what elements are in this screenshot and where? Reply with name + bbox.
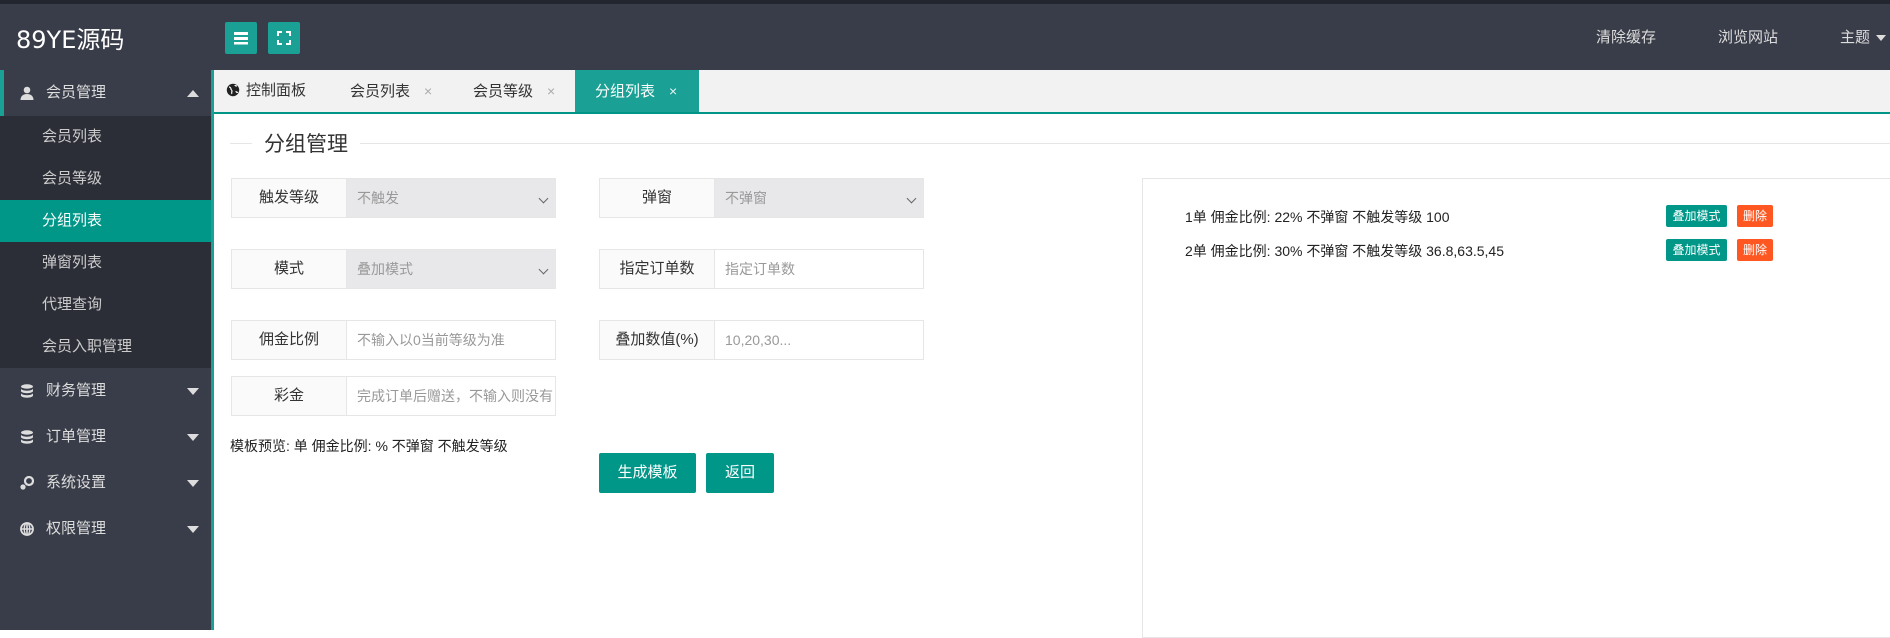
sidebar-item-member-list[interactable]: 会员列表	[0, 116, 211, 158]
trigger-level-label: 触发等级	[231, 178, 347, 218]
fullscreen-icon	[277, 31, 291, 45]
bonus-input[interactable]: 完成订单后赠送，不输入则没有	[347, 376, 556, 416]
sidebar-item-member-onboarding[interactable]: 会员入职管理	[0, 326, 211, 368]
sidebar-group-finance[interactable]: 财务管理	[0, 368, 211, 414]
stack-mode-button[interactable]: 叠加模式	[1666, 205, 1727, 227]
mode-value: 叠加模式	[357, 261, 413, 277]
chevron-down-icon	[187, 388, 199, 395]
chevron-down-icon	[538, 193, 549, 204]
theme-label: 主题	[1840, 29, 1871, 46]
globe-icon	[226, 83, 240, 97]
database-icon	[21, 384, 33, 398]
list-item: 2单 佣金比例: 30% 不弹窗 不触发等级 36.8,63.5,45	[1185, 243, 1504, 259]
sidebar-submenu: 会员列表 会员等级 分组列表 弹窗列表 代理查询 会员入职管理	[0, 116, 211, 368]
stack-value-label: 叠加数值(%)	[599, 320, 715, 360]
sidebar-item-member-level[interactable]: 会员等级	[0, 158, 211, 200]
commission-input[interactable]: 不输入以0当前等级为准	[347, 320, 556, 360]
generate-template-button[interactable]: 生成模板	[599, 453, 696, 493]
sidebar-item-popup-list[interactable]: 弹窗列表	[0, 242, 211, 284]
menu-toggle-button[interactable]	[225, 22, 257, 54]
commission-label: 佣金比例	[231, 320, 347, 360]
tab-label: 会员列表	[350, 83, 411, 100]
close-icon[interactable]: ×	[424, 83, 432, 99]
tab-member-list[interactable]: 会员列表 ×	[350, 70, 432, 112]
sidebar-group-member[interactable]: 会员管理	[0, 70, 211, 116]
top-header: 89YE源码 清除缓存 浏览网站 主题	[0, 0, 1890, 70]
delete-button[interactable]: 删除	[1737, 239, 1773, 261]
fullscreen-button[interactable]	[268, 22, 300, 54]
tab-group-list[interactable]: 分组列表 ×	[575, 70, 699, 112]
sidebar-group-label: 权限管理	[46, 520, 107, 537]
chevron-down-icon	[187, 480, 199, 487]
popup-label: 弹窗	[599, 178, 715, 218]
tab-label: 会员等级	[473, 83, 534, 100]
order-count-label: 指定订单数	[599, 249, 715, 289]
trigger-level-value: 不触发	[357, 190, 399, 206]
delete-button[interactable]: 删除	[1737, 205, 1773, 227]
chevron-up-icon	[187, 90, 199, 97]
trigger-level-row: 触发等级 不触发	[231, 178, 556, 218]
theme-menu[interactable]: 主题	[1840, 4, 1887, 70]
chevron-down-icon	[187, 434, 199, 441]
chevron-down-icon	[538, 264, 549, 275]
order-count-row: 指定订单数 指定订单数	[599, 249, 924, 289]
commission-row: 佣金比例 不输入以0当前等级为准	[231, 320, 556, 360]
sidebar-group-label: 订单管理	[46, 428, 107, 445]
main-content: 控制面板 会员列表 × 会员等级 × 分组列表 × 分组管理 触发等级 不触发 弹窗 …	[211, 70, 1890, 638]
sidebar-group-label: 财务管理	[46, 382, 107, 399]
popup-row: 弹窗 不弹窗	[599, 178, 924, 218]
sidebar-group-settings[interactable]: 系统设置	[0, 460, 211, 506]
sidebar-item-group-list[interactable]: 分组列表	[0, 200, 211, 242]
globe-icon	[20, 522, 34, 536]
chevron-down-icon	[906, 193, 917, 204]
popup-value: 不弹窗	[725, 190, 767, 206]
mode-select[interactable]: 叠加模式	[347, 249, 556, 289]
tab-dashboard[interactable]: 控制面板	[226, 70, 326, 112]
sidebar-group-label: 系统设置	[46, 474, 107, 491]
app-logo: 89YE源码	[16, 26, 125, 54]
close-icon[interactable]: ×	[547, 83, 555, 99]
template-preview: 模板预览: 单 佣金比例: % 不弹窗 不触发等级	[230, 438, 508, 454]
chevron-down-icon	[187, 526, 199, 533]
list-item: 1单 佣金比例: 22% 不弹窗 不触发等级 100	[1185, 209, 1450, 225]
mode-row: 模式 叠加模式	[231, 249, 556, 289]
stack-value-input[interactable]: 10,20,30...	[715, 320, 924, 360]
page-title: 分组管理	[252, 128, 360, 158]
legend-divider	[230, 143, 1890, 144]
browse-site-link[interactable]: 浏览网站	[1718, 4, 1778, 70]
tab-bar: 控制面板 会员列表 × 会员等级 × 分组列表 ×	[214, 70, 1890, 114]
settings-icon	[20, 476, 34, 490]
sidebar-group-orders[interactable]: 订单管理	[0, 414, 211, 460]
back-button[interactable]: 返回	[706, 453, 774, 493]
bonus-label: 彩金	[231, 376, 347, 416]
trigger-level-select[interactable]: 不触发	[347, 178, 556, 218]
tab-label: 控制面板	[246, 82, 307, 99]
popup-select[interactable]: 不弹窗	[715, 178, 924, 218]
tab-member-level[interactable]: 会员等级 ×	[473, 70, 555, 112]
sidebar-group-label: 会员管理	[46, 84, 107, 101]
list-icon	[234, 32, 248, 45]
database-icon	[21, 430, 33, 444]
template-list-panel: 1单 佣金比例: 22% 不弹窗 不触发等级 100 叠加模式 删除 2单 佣金…	[1142, 178, 1890, 638]
order-count-input[interactable]: 指定订单数	[715, 249, 924, 289]
user-icon	[20, 86, 34, 100]
stack-value-row: 叠加数值(%) 10,20,30...	[599, 320, 924, 360]
sidebar: 会员管理 会员列表 会员等级 分组列表 弹窗列表 代理查询 会员入职管理 财务管…	[0, 70, 211, 630]
bonus-row: 彩金 完成订单后赠送，不输入则没有	[231, 376, 556, 416]
chevron-down-icon	[1876, 35, 1887, 42]
clear-cache-link[interactable]: 清除缓存	[1596, 4, 1656, 70]
close-icon[interactable]: ×	[669, 83, 677, 99]
sidebar-item-agent-query[interactable]: 代理查询	[0, 284, 211, 326]
sidebar-group-permissions[interactable]: 权限管理	[0, 506, 211, 552]
stack-mode-button[interactable]: 叠加模式	[1666, 239, 1727, 261]
tab-label: 分组列表	[595, 83, 656, 100]
mode-label: 模式	[231, 249, 347, 289]
